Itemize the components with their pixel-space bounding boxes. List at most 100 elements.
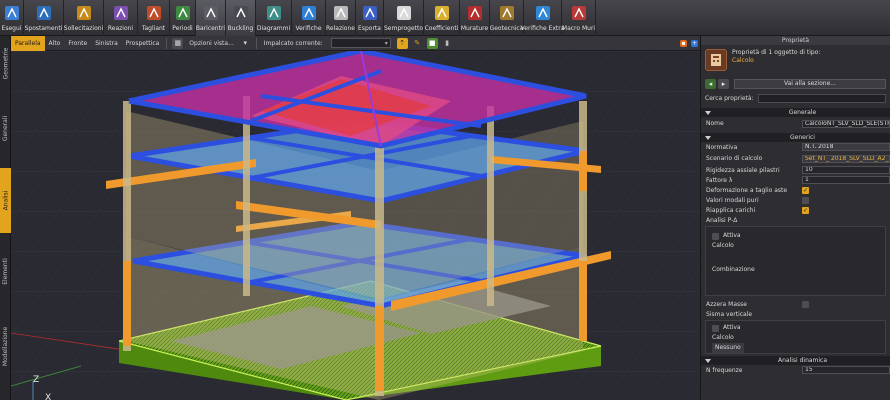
section-nav: ◂ ▸ Vai alla sezione... bbox=[701, 77, 890, 91]
options-dropdown-icon[interactable]: ▾ bbox=[240, 38, 251, 49]
plane-up-icon[interactable]: ⇡ bbox=[396, 37, 408, 49]
back-arrow-icon[interactable]: ◂ bbox=[705, 79, 716, 89]
property-key: Deformazione a taglio aste bbox=[706, 186, 788, 194]
periods-icon bbox=[172, 2, 194, 24]
fattore-input[interactable]: 1 bbox=[802, 176, 890, 184]
property-row-normativa: Normativa N.T. 2018 bbox=[701, 142, 890, 152]
properties-panel: Proprietà Proprietà di 1 oggetto di tipo… bbox=[700, 36, 890, 400]
ribbon-label: Murature bbox=[460, 25, 489, 32]
view-left-button[interactable]: Sinistra bbox=[91, 36, 122, 51]
ribbon-label: Semprogetto bbox=[383, 25, 424, 32]
frequenze-input[interactable]: 15 bbox=[802, 366, 890, 374]
view-top-button[interactable]: Alto bbox=[45, 36, 65, 51]
geotechnics-icon bbox=[496, 2, 518, 24]
sisma-attiva-checkbox[interactable] bbox=[712, 324, 719, 332]
property-row-deformazione: Deformazione a taglio aste ✓ bbox=[701, 185, 890, 195]
tab-elementi[interactable]: Elementi bbox=[0, 241, 11, 301]
pdelta-attiva-checkbox[interactable] bbox=[712, 232, 719, 240]
ribbon-relazione-button[interactable]: Relazione bbox=[326, 0, 356, 36]
ribbon-label: Sollecitazioni bbox=[63, 25, 104, 32]
property-key: Riapplica carichi bbox=[706, 206, 756, 214]
tab-modellazione[interactable]: Modellazione bbox=[0, 311, 11, 381]
deformazione-checkbox[interactable]: ✓ bbox=[802, 186, 809, 194]
ribbon-verifiche-button[interactable]: Verifiche bbox=[292, 0, 326, 36]
ribbon-tagliant-button[interactable]: Tagliant bbox=[138, 0, 170, 36]
grid-icon[interactable]: ▦ bbox=[172, 37, 184, 49]
ribbon-coefficienti-button[interactable]: Coefficienti bbox=[424, 0, 460, 36]
forward-arrow-icon[interactable]: ▸ bbox=[718, 79, 729, 89]
ribbon-macro-muri-button[interactable]: Macro Muri bbox=[562, 0, 596, 36]
property-row-frequenze: N frequenze 15 bbox=[701, 365, 890, 375]
selection-type: Calcolo bbox=[732, 57, 754, 64]
property-key: Scenario di calcolo bbox=[706, 155, 763, 162]
ribbon-geotecnica-button[interactable]: Geotecnica bbox=[490, 0, 524, 36]
goto-section-button[interactable]: Vai alla sezione... bbox=[734, 79, 886, 89]
view-parallel-button[interactable]: Parallela bbox=[11, 35, 45, 51]
ribbon-murature-button[interactable]: Murature bbox=[460, 0, 490, 36]
valori-modali-checkbox[interactable] bbox=[802, 196, 809, 204]
azzera-masse-checkbox[interactable] bbox=[802, 300, 809, 308]
ribbon-baricentri-button[interactable]: Baricentri bbox=[196, 0, 226, 36]
tab-generali[interactable]: Generali bbox=[0, 98, 11, 158]
property-key: Rigidezza assiale pilastri bbox=[706, 166, 780, 174]
wrench-icon[interactable]: ✎ bbox=[412, 38, 423, 49]
tab-label: Modellazione bbox=[2, 326, 9, 366]
view-options-button[interactable]: Opzioni vista... bbox=[185, 36, 238, 51]
expand-icon[interactable]: + bbox=[691, 39, 698, 47]
property-row-azzera: Azzera Masse bbox=[701, 299, 890, 309]
property-row-scenario: Scenario di calcolo Set_NT_ 2018_SLV_SLD… bbox=[701, 152, 890, 165]
ribbon-periodi-button[interactable]: Periodi bbox=[170, 0, 196, 36]
trash-icon[interactable]: ▮ bbox=[442, 38, 453, 49]
ribbon-sollecitazioni-button[interactable]: Sollecitazioni bbox=[64, 0, 104, 36]
ribbon-esporta-button[interactable]: Esporta bbox=[356, 0, 384, 36]
current-plane-select[interactable]: ▾ bbox=[330, 38, 391, 48]
extra-verify-icon bbox=[532, 2, 554, 24]
property-key: Normativa bbox=[706, 143, 738, 151]
ribbon-diagrammi-button[interactable]: Diagrammi bbox=[256, 0, 292, 36]
tab-label: Analisi bbox=[2, 190, 9, 211]
ribbon-esegui-button[interactable]: Esegui bbox=[0, 0, 24, 36]
tab-label: Generali bbox=[2, 115, 9, 141]
side-tabs: Geometrie Generali Analisi Elementi Mode… bbox=[0, 36, 11, 400]
layer-icon[interactable]: ■ bbox=[426, 37, 438, 49]
ribbon-label: Tagliant bbox=[141, 25, 166, 32]
ribbon-label: Periodi bbox=[172, 25, 193, 32]
tab-analisi[interactable]: Analisi bbox=[0, 168, 11, 233]
shear-icon bbox=[143, 2, 165, 24]
ribbon-verifiche-extra-button[interactable]: Verifiche Extra bbox=[520, 0, 565, 36]
ribbon-reazioni-button[interactable]: Reazioni bbox=[104, 0, 138, 36]
section-title: Generici bbox=[790, 134, 815, 141]
riapplica-checkbox[interactable]: ✓ bbox=[802, 206, 809, 214]
ribbon-label: Verifiche bbox=[295, 25, 322, 32]
view-perspective-button[interactable]: Prospettica bbox=[122, 36, 164, 51]
rigidezza-input[interactable]: 10 bbox=[802, 166, 890, 174]
stress-icon bbox=[73, 2, 95, 24]
tab-geometrie[interactable]: Geometrie bbox=[0, 36, 11, 90]
ribbon-label: Buckling bbox=[227, 25, 254, 32]
toolbar-separator bbox=[255, 37, 257, 49]
view-front-button[interactable]: Fronte bbox=[64, 36, 91, 51]
checkbox-label: Attiva bbox=[723, 324, 741, 331]
reactions-icon bbox=[110, 2, 132, 24]
ribbon-label: Verifiche Extra bbox=[520, 25, 565, 32]
selection-header: Proprietà di 1 oggetto di tipo: Calcolo bbox=[701, 45, 890, 77]
ribbon-label: Geotecnica bbox=[489, 25, 524, 32]
ribbon-buckling-button[interactable]: Buckling bbox=[226, 0, 256, 36]
collapse-arrow-icon bbox=[705, 358, 711, 363]
search-label: Cerca proprietà: bbox=[705, 94, 754, 102]
calcolo-select[interactable]: Nessuno bbox=[712, 343, 744, 353]
name-field[interactable]: CalcoloNT_SLV_SLD_SLE(STR/GEO) bbox=[802, 119, 890, 128]
centroid-icon bbox=[200, 2, 222, 24]
section-analisi-dinamica[interactable]: Analisi dinamica bbox=[701, 356, 890, 365]
normativa-select[interactable]: N.T. 2018 bbox=[802, 143, 890, 151]
ribbon-spostamenti-button[interactable]: Spostamenti bbox=[24, 0, 64, 36]
diagram-icon bbox=[263, 2, 285, 24]
3d-viewport[interactable]: Z X bbox=[11, 51, 700, 400]
view-toolbar: Parallela Alto Fronte Sinistra Prospetti… bbox=[11, 35, 700, 51]
property-search-input[interactable] bbox=[757, 93, 886, 103]
collapse-icon[interactable]: ▪ bbox=[680, 39, 687, 47]
scenario-select[interactable]: Set_NT_ 2018_SLV_SLD_A2_... bbox=[802, 154, 890, 163]
section-generale[interactable]: Generale bbox=[701, 108, 890, 117]
ribbon-semprogetto-button[interactable]: Semprogetto bbox=[384, 0, 424, 36]
section-generici[interactable]: Generici bbox=[701, 133, 890, 142]
